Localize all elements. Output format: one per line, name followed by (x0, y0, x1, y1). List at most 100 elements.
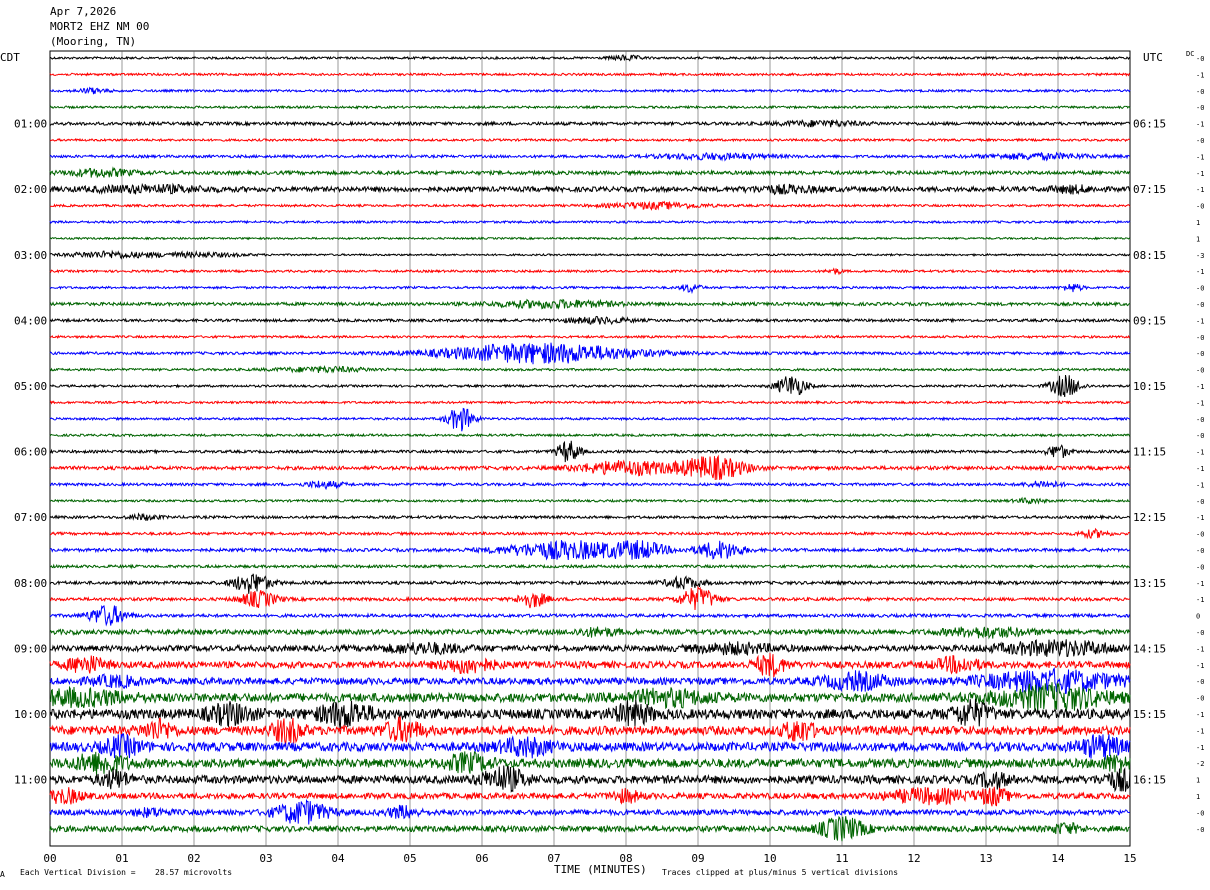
trace-18 (49, 342, 1131, 365)
right-time-label: 10:15 (1133, 380, 1166, 393)
trace-20 (49, 374, 1131, 398)
left-time-label: 01:00 (14, 118, 47, 131)
left-time-label: 03:00 (14, 249, 47, 262)
corner-mark: A (0, 870, 5, 879)
trace-27 (49, 496, 1131, 505)
trace-23 (49, 432, 1131, 438)
trace-32 (49, 573, 1131, 594)
x-axis-title: TIME (MINUTES) (554, 863, 647, 876)
trace-25 (49, 454, 1131, 481)
dc-offset-value: 1 (1196, 777, 1200, 785)
left-time-label: 11:00 (14, 774, 47, 787)
trace-17 (49, 334, 1131, 340)
dc-offset-value: -2 (1196, 760, 1204, 768)
dc-offset-value: 1 (1196, 219, 1200, 227)
trace-26 (49, 480, 1131, 491)
dc-offset-value: -0 (1196, 88, 1204, 96)
dc-offset-value: -0 (1196, 678, 1204, 686)
right-zone-label: UTC (1143, 51, 1163, 64)
left-time-label: 02:00 (14, 183, 47, 196)
trace-2 (49, 86, 1131, 95)
scale-note-prefix: Each Vertical Division = (20, 868, 136, 877)
right-time-label: 15:15 (1133, 708, 1166, 721)
dc-offset-column: -0 -1 -0 -0 -1 -0 -1 -1 -1 -0 1 1 -3 -1 -0 -0 -1 -0 -0 -0 -1… (1196, 55, 1204, 834)
dc-offset-value: -1 (1196, 662, 1204, 670)
dc-offset-value: -1 (1196, 465, 1204, 473)
x-tick-label: 01 (115, 852, 128, 865)
dc-offset-value: -0 (1196, 367, 1204, 375)
trace-1 (49, 71, 1131, 77)
left-time-label: 07:00 (14, 511, 47, 524)
right-time-labels: 06:15 07:15 08:15 09:15 10:15 11:15 12:15 13:15… (1133, 118, 1166, 787)
x-tick-label: 11 (835, 852, 848, 865)
trace-13 (49, 267, 1131, 276)
trace-30 (49, 539, 1131, 561)
left-time-label: 08:00 (14, 577, 47, 590)
dc-offset-value: -0 (1196, 137, 1204, 145)
right-time-label: 06:15 (1133, 118, 1166, 131)
dc-offset-value: -0 (1196, 334, 1204, 342)
scale-value: 28.57 microvolts (155, 868, 232, 877)
left-time-label: 04:00 (14, 314, 47, 327)
dc-offset-value: -0 (1196, 695, 1204, 703)
station-label: MORT2 EHZ NM 00 (50, 20, 149, 33)
right-time-label: 14:15 (1133, 642, 1166, 655)
trace-46 (49, 798, 1131, 825)
right-time-label: 08:15 (1133, 249, 1166, 262)
dc-offset-value: -1 (1196, 645, 1204, 653)
dc-offset-value: -1 (1196, 153, 1204, 161)
dc-offset-value: -1 (1196, 744, 1204, 752)
dc-offset-value: -0 (1196, 826, 1204, 834)
right-time-label: 13:15 (1133, 577, 1166, 590)
x-tick-label: 09 (691, 852, 704, 865)
trace-37 (49, 652, 1131, 678)
trace-group (49, 54, 1131, 842)
dc-offset-value: -0 (1196, 104, 1204, 112)
clip-note: Traces clipped at plus/minus 5 vertical … (662, 868, 898, 877)
dc-offset-value: -1 (1196, 514, 1204, 522)
trace-31 (49, 563, 1131, 570)
left-time-label: 06:00 (14, 446, 47, 459)
trace-15 (49, 298, 1131, 310)
dc-offset-value: -1 (1196, 596, 1204, 604)
dc-offset-value: -1 (1196, 399, 1204, 407)
trace-33 (49, 585, 1131, 610)
trace-5 (49, 137, 1131, 143)
x-tick-label: 12 (907, 852, 920, 865)
trace-8 (49, 182, 1131, 196)
dc-offset-value: -0 (1196, 432, 1204, 440)
dc-offset-value: -0 (1196, 285, 1204, 293)
dc-offset-value: -3 (1196, 252, 1204, 260)
left-time-labels: 01:00 02:00 03:00 04:00 05:00 06:00 07:00 08:00… (14, 118, 47, 787)
trace-12 (49, 249, 1131, 260)
dc-offset-value: -0 (1196, 531, 1204, 539)
dc-offset-value: -1 (1196, 727, 1204, 735)
left-zone-label: CDT (0, 51, 20, 64)
right-time-label: 12:15 (1133, 511, 1166, 524)
dc-offset-value: -0 (1196, 203, 1204, 211)
trace-35 (49, 625, 1131, 640)
trace-44 (49, 765, 1131, 793)
trace-14 (49, 283, 1131, 295)
dc-offset-value: 1 (1196, 235, 1200, 243)
x-tick-label: 15 (1123, 852, 1136, 865)
dc-offset-value: -0 (1196, 498, 1204, 506)
trace-40 (49, 698, 1131, 730)
trace-10 (49, 219, 1131, 225)
trace-21 (49, 399, 1131, 406)
dc-offset-value: -1 (1196, 317, 1204, 325)
trace-34 (49, 605, 1131, 627)
trace-9 (49, 200, 1131, 211)
dc-offset-value: -1 (1196, 186, 1204, 194)
dc-offset-value: -0 (1196, 55, 1204, 63)
trace-29 (49, 527, 1131, 540)
dc-offset-value: 1 (1196, 793, 1200, 801)
left-time-label: 10:00 (14, 708, 47, 721)
trace-28 (49, 512, 1131, 521)
dc-offset-value: -0 (1196, 301, 1204, 309)
helicorder-plot: Apr 7,2026 MORT2 EHZ NM 00 (Mooring, TN)… (0, 5, 1204, 879)
dc-offset-value: 0 (1196, 613, 1200, 621)
location-label: (Mooring, TN) (50, 35, 136, 48)
trace-4 (49, 118, 1131, 128)
x-tick-label: 05 (403, 852, 416, 865)
